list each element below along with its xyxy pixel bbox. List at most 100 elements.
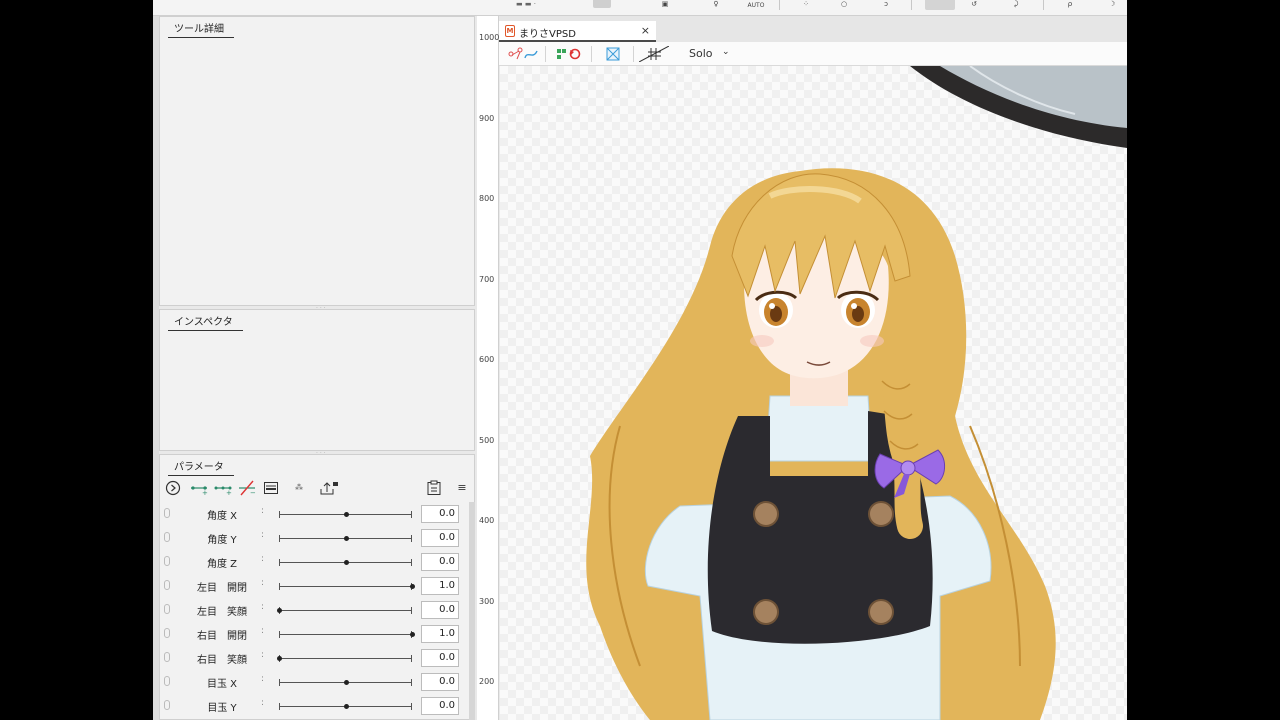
parameter-value-field[interactable]: 0.0 xyxy=(421,553,459,571)
slider-knob[interactable] xyxy=(277,608,282,613)
microphone-icon[interactable]: ♀ xyxy=(709,0,723,14)
slider-knob[interactable] xyxy=(410,584,415,589)
parameter-value-field[interactable]: 0.0 xyxy=(421,649,459,667)
parameter-colon: : xyxy=(261,674,265,684)
lock-icon[interactable] xyxy=(164,676,170,686)
parameter-label: 左目 開閉 xyxy=(197,583,247,594)
parameter-panel: パラメータ + + − ⁂ ≡ 角度 X: 0.0 角度 Y: 0.0 角度… xyxy=(159,454,475,720)
moon-icon[interactable]: ☽ xyxy=(1105,0,1119,14)
lock-icon[interactable] xyxy=(164,604,170,614)
parameter-value-field[interactable]: 0.0 xyxy=(421,529,459,547)
slider-knob[interactable] xyxy=(343,560,349,565)
parameter-row[interactable]: 角度 X: 0.0 xyxy=(160,502,466,526)
toolbar-text-icon[interactable]: ▬ ▬ · xyxy=(508,0,544,14)
rotate-icon[interactable]: ↺ xyxy=(967,0,981,14)
slider-tick xyxy=(279,583,280,590)
puzzle-reload-icon[interactable] xyxy=(555,46,583,62)
live2d-editor-window: ▬ ▬ · ▣ ♀ AUTO ⁘ ○ ↄ ↺ ⤸ ρ ☽ ツール詳細 · · ·… xyxy=(153,0,1127,720)
parameter-slider[interactable] xyxy=(279,535,412,542)
parameter-toolbar: + + − ⁂ ≡ xyxy=(163,477,471,499)
parameter-value-field[interactable]: 1.0 xyxy=(421,577,459,595)
parameter-row[interactable]: 右目 開閉: 1.0 xyxy=(160,622,466,646)
lock-icon[interactable] xyxy=(164,556,170,566)
ruler-label: 600 xyxy=(479,355,495,364)
parameter-colon: : xyxy=(261,602,265,612)
lock-icon[interactable] xyxy=(164,580,170,590)
delete-keyform-icon[interactable]: − xyxy=(237,480,257,497)
parameter-value-field[interactable]: 0.0 xyxy=(421,601,459,619)
mesh-frame-icon[interactable] xyxy=(605,46,621,62)
mesh-icon[interactable]: ⁘ xyxy=(797,0,815,14)
parameter-value-field[interactable]: 0.0 xyxy=(421,505,459,523)
slider-knob[interactable] xyxy=(410,632,415,637)
parameter-row[interactable]: 左目 笑顔: 0.0 xyxy=(160,598,466,622)
document-tab-title: まりさVPSD xyxy=(519,29,576,40)
group-icon[interactable]: ⁂ xyxy=(291,480,307,496)
slider-knob[interactable] xyxy=(343,536,349,541)
parameter-colon: : xyxy=(261,626,265,636)
chevron-down-icon[interactable]: ⌄ xyxy=(722,47,730,57)
toolbar-separator xyxy=(591,46,592,62)
lock-icon[interactable] xyxy=(164,532,170,542)
menu-icon[interactable]: ≡ xyxy=(454,480,470,496)
add-keyform-icon[interactable]: + xyxy=(189,480,209,497)
slider-knob[interactable] xyxy=(343,680,349,685)
parameter-scrollbar[interactable] xyxy=(469,502,475,720)
add-3-keyforms-icon[interactable]: + xyxy=(213,480,233,497)
lock-icon[interactable] xyxy=(164,508,170,518)
lock-icon[interactable] xyxy=(164,700,170,710)
slider-knob[interactable] xyxy=(277,656,282,661)
parameter-slider[interactable] xyxy=(279,511,412,518)
parameter-slider[interactable] xyxy=(279,679,412,686)
slider-tick xyxy=(411,679,412,686)
parameter-slider[interactable] xyxy=(279,583,415,590)
arrow-tool-button[interactable] xyxy=(925,0,955,10)
close-tab-icon[interactable]: × xyxy=(641,24,650,37)
document-tab-bar: M まりさVPSD × xyxy=(499,16,1127,42)
parameter-slider[interactable] xyxy=(277,655,412,662)
model-canvas[interactable] xyxy=(500,66,1127,720)
toolbar-separator xyxy=(545,46,546,62)
svg-text:+: + xyxy=(202,489,208,496)
lasso-icon[interactable]: ↄ xyxy=(879,0,893,14)
solo-dropdown[interactable]: Solo xyxy=(689,47,713,60)
deformer-path-icon[interactable] xyxy=(507,46,539,62)
parameter-slider[interactable] xyxy=(279,559,412,566)
warp-icon[interactable]: ⤸ xyxy=(1009,0,1023,14)
parameter-row[interactable]: 左目 開閉: 1.0 xyxy=(160,574,466,598)
parameter-row[interactable]: 目玉 Y: 0.0 xyxy=(160,694,466,718)
parameter-slider[interactable] xyxy=(279,631,415,638)
toolbar-separator xyxy=(1043,0,1044,10)
inspector-panel: インスペクタ · · · xyxy=(159,309,475,457)
parameter-row[interactable]: 角度 Y: 0.0 xyxy=(160,526,466,550)
play-circle-icon[interactable] xyxy=(165,480,181,496)
grid-icon[interactable] xyxy=(638,45,670,63)
toolbar-color-swatch[interactable] xyxy=(593,0,611,8)
parameter-colon: : xyxy=(261,698,265,708)
parameter-colon: : xyxy=(261,530,265,540)
ruler-label: 400 xyxy=(479,516,495,525)
character-illustration xyxy=(586,66,1127,720)
auto-button[interactable]: AUTO xyxy=(741,2,771,16)
parameter-panel-icon[interactable] xyxy=(263,480,279,496)
parameter-value-field[interactable]: 1.0 xyxy=(421,625,459,643)
slider-knob[interactable] xyxy=(343,512,349,517)
export-lock-icon[interactable] xyxy=(319,480,339,496)
parameter-value-field[interactable]: 0.0 xyxy=(421,697,459,715)
parameter-row[interactable]: 目玉 X: 0.0 xyxy=(160,670,466,694)
parameter-row[interactable]: 角度 Z: 0.0 xyxy=(160,550,466,574)
lock-icon[interactable] xyxy=(164,652,170,662)
parameter-slider[interactable] xyxy=(277,607,412,614)
parameter-row[interactable]: 右目 笑顔: 0.0 xyxy=(160,646,466,670)
panel-title: インスペクタ xyxy=(168,313,243,331)
circle-icon[interactable]: ○ xyxy=(837,0,851,14)
layout-icon[interactable]: ▣ xyxy=(658,0,672,14)
main-toolbar: ▬ ▬ · ▣ ♀ AUTO ⁘ ○ ↄ ↺ ⤸ ρ ☽ xyxy=(153,0,1127,16)
lock-icon[interactable] xyxy=(164,628,170,638)
slider-knob[interactable] xyxy=(343,704,349,709)
parameter-slider[interactable] xyxy=(279,703,412,710)
clipboard-icon[interactable] xyxy=(426,480,442,496)
document-tab[interactable]: M まりさVPSD × xyxy=(499,21,656,42)
pen-icon[interactable]: ρ xyxy=(1063,0,1077,14)
parameter-value-field[interactable]: 0.0 xyxy=(421,673,459,691)
